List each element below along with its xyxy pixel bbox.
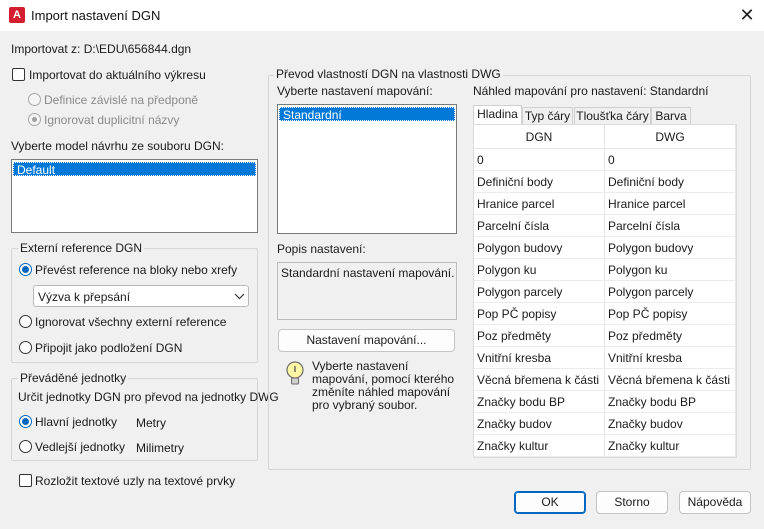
mapping-desc-box: Standardní nastavení mapování. <box>277 262 457 320</box>
dwg-layer-cell[interactable]: Polygon ku <box>605 259 736 281</box>
dwg-layer-cell[interactable]: Věcná břemena k části <box>605 369 736 391</box>
dgn-layer-cell[interactable]: Polygon ku <box>474 259 605 281</box>
table-row[interactable]: Pop PČ popisy Pop PČ popisy <box>474 303 736 325</box>
xref-group-title: Externí reference DGN <box>18 241 145 255</box>
dgn-layer-cell[interactable]: Vnitřní kresba <box>474 347 605 369</box>
mapping-group-title: Převod vlastností DGN na vlastnosti DWG <box>274 67 503 81</box>
help-button[interactable]: Nápověda <box>679 491 751 514</box>
definition-prefix-radio[interactable] <box>28 93 41 106</box>
import-from-path: Importovat z: D:\EDU\656844.dgn <box>11 42 192 56</box>
table-row[interactable]: Polygon budovy Polygon budovy <box>474 237 736 259</box>
dgn-layer-cell[interactable]: Definiční body <box>474 171 605 193</box>
dwg-layer-cell[interactable]: Parcelní čísla <box>605 215 736 237</box>
dwg-layer-cell[interactable]: Značky kultur <box>605 435 736 457</box>
table-row[interactable]: Značky kultur Značky kultur <box>474 435 736 457</box>
mapping-grid[interactable]: DGN DWG 0 0 Definiční body Definiční body Hr… <box>473 124 737 458</box>
dwg-layer-cell[interactable]: Značky bodu BP <box>605 391 736 413</box>
dgn-layer-cell[interactable]: Značky budov <box>474 413 605 435</box>
xref-convert-label: Převést reference na bloky nebo xrefy <box>35 263 238 277</box>
table-row[interactable]: Hranice parcel Hranice parcel <box>474 193 736 215</box>
sub-units-label: Vedlejší jednotky <box>35 440 126 454</box>
chevron-down-icon <box>234 293 245 300</box>
dwg-layer-cell[interactable]: Definiční body <box>605 171 736 193</box>
xref-convert-radio[interactable] <box>19 263 32 276</box>
definition-prefix-label: Definice závislé na předponě <box>44 93 199 107</box>
model-listbox[interactable]: Default <box>11 159 258 233</box>
table-row[interactable]: Značky budov Značky budov <box>474 413 736 435</box>
window-title: Import nastavení DGN <box>31 8 161 23</box>
dgn-layer-cell[interactable]: Věcná břemena k části <box>474 369 605 391</box>
lightbulb-icon <box>286 361 304 385</box>
ignore-duplicate-radio[interactable] <box>28 113 41 126</box>
mapping-hint: Vyberte nastavení mapování, pomocí které… <box>312 359 455 412</box>
mapping-desc-label: Popis nastavení: <box>277 242 366 256</box>
table-row[interactable]: 00 <box>474 149 736 171</box>
table-row[interactable]: Polygon ku Polygon ku <box>474 259 736 281</box>
sub-units-radio[interactable] <box>19 440 32 453</box>
dgn-layer-cell[interactable]: Poz předměty <box>474 325 605 347</box>
mapping-desc-text: Standardní nastavení mapování. <box>281 266 455 280</box>
tab-color[interactable]: Barva <box>651 107 691 124</box>
main-units-label: Hlavní jednotky <box>35 415 118 429</box>
xref-mode-select[interactable]: Výzva k přepsání <box>33 285 249 307</box>
import-current-label[interactable]: Importovat do aktuálního výkresu <box>29 68 206 82</box>
xref-ignore-label: Ignorovat všechny externí reference <box>35 315 227 329</box>
table-row[interactable]: Polygon parcely Polygon parcely <box>474 281 736 303</box>
mapping-select-label: Vyberte nastavení mapování: <box>277 84 433 98</box>
dwg-layer-cell[interactable]: Značky budov <box>605 413 736 435</box>
main-units-radio[interactable] <box>19 415 32 428</box>
table-row[interactable]: Vnitřní kresba Vnitřní kresba <box>474 347 736 369</box>
table-row[interactable]: Parcelní čísla Parcelní čísla <box>474 215 736 237</box>
mapping-listbox[interactable]: Standardní <box>277 104 457 234</box>
dgn-layer-cell[interactable]: Značky kultur <box>474 435 605 457</box>
dgn-layer-cell[interactable]: 0 <box>474 149 605 171</box>
ignore-duplicate-label: Ignorovat duplicitní názvy <box>44 113 180 127</box>
xref-attach-radio[interactable] <box>19 341 32 354</box>
units-group-title: Převáděné jednotky <box>18 371 129 385</box>
preview-label: Náhled mapování pro nastavení: Standardn… <box>473 84 709 98</box>
dwg-layer-cell[interactable]: 0 <box>605 149 736 171</box>
tab-layer[interactable]: Hladina <box>473 105 522 125</box>
table-row[interactable]: Věcná břemena k části Věcná břemena k čás… <box>474 369 736 391</box>
ok-button[interactable]: OK <box>514 491 586 514</box>
model-item-default[interactable]: Default <box>13 162 256 177</box>
tab-linetype[interactable]: Typ čáry <box>522 107 573 124</box>
column-header-dwg[interactable]: DWG <box>605 125 736 149</box>
mapping-item-standard[interactable]: Standardní <box>279 107 455 122</box>
close-icon[interactable]: ✕ <box>736 4 758 26</box>
column-header-dgn[interactable]: DGN <box>474 125 605 149</box>
dwg-layer-cell[interactable]: Vnitřní kresba <box>605 347 736 369</box>
model-select-label: Vyberte model návrhu ze souboru DGN: <box>11 139 224 153</box>
dgn-layer-cell[interactable]: Polygon parcely <box>474 281 605 303</box>
main-units-value: Metry <box>136 416 166 430</box>
import-current-checkbox[interactable] <box>12 68 25 81</box>
dgn-layer-cell[interactable]: Pop PČ popisy <box>474 303 605 325</box>
cancel-button[interactable]: Storno <box>596 491 668 514</box>
table-row[interactable]: Poz předměty Poz předměty <box>474 325 736 347</box>
dgn-layer-cell[interactable]: Hranice parcel <box>474 193 605 215</box>
autocad-app-icon: A <box>9 7 25 23</box>
xref-mode-value: Výzva k přepsání <box>38 290 131 304</box>
dgn-layer-cell[interactable]: Polygon budovy <box>474 237 605 259</box>
dwg-layer-cell[interactable]: Poz předměty <box>605 325 736 347</box>
dwg-layer-cell[interactable]: Polygon budovy <box>605 237 736 259</box>
dwg-layer-cell[interactable]: Pop PČ popisy <box>605 303 736 325</box>
xref-attach-label: Připojit jako podložení DGN <box>35 341 183 355</box>
table-row[interactable]: Definiční body Definiční body <box>474 171 736 193</box>
dgn-layer-cell[interactable]: Parcelní čísla <box>474 215 605 237</box>
sub-units-value: Milimetry <box>136 441 184 455</box>
xref-ignore-radio[interactable] <box>19 315 32 328</box>
dwg-layer-cell[interactable]: Polygon parcely <box>605 281 736 303</box>
explode-text-checkbox[interactable] <box>19 474 32 487</box>
dgn-layer-cell[interactable]: Značky bodu BP <box>474 391 605 413</box>
units-description: Určit jednotky DGN pro převod na jednotk… <box>18 390 279 404</box>
dwg-layer-cell[interactable]: Hranice parcel <box>605 193 736 215</box>
mapping-setup-button[interactable]: Nastavení mapování... <box>278 329 455 352</box>
tab-lineweight[interactable]: Tloušťka čáry <box>574 107 651 124</box>
table-row[interactable]: Značky bodu BP Značky bodu BP <box>474 391 736 413</box>
explode-text-label[interactable]: Rozložit textové uzly na textové prvky <box>35 474 235 488</box>
